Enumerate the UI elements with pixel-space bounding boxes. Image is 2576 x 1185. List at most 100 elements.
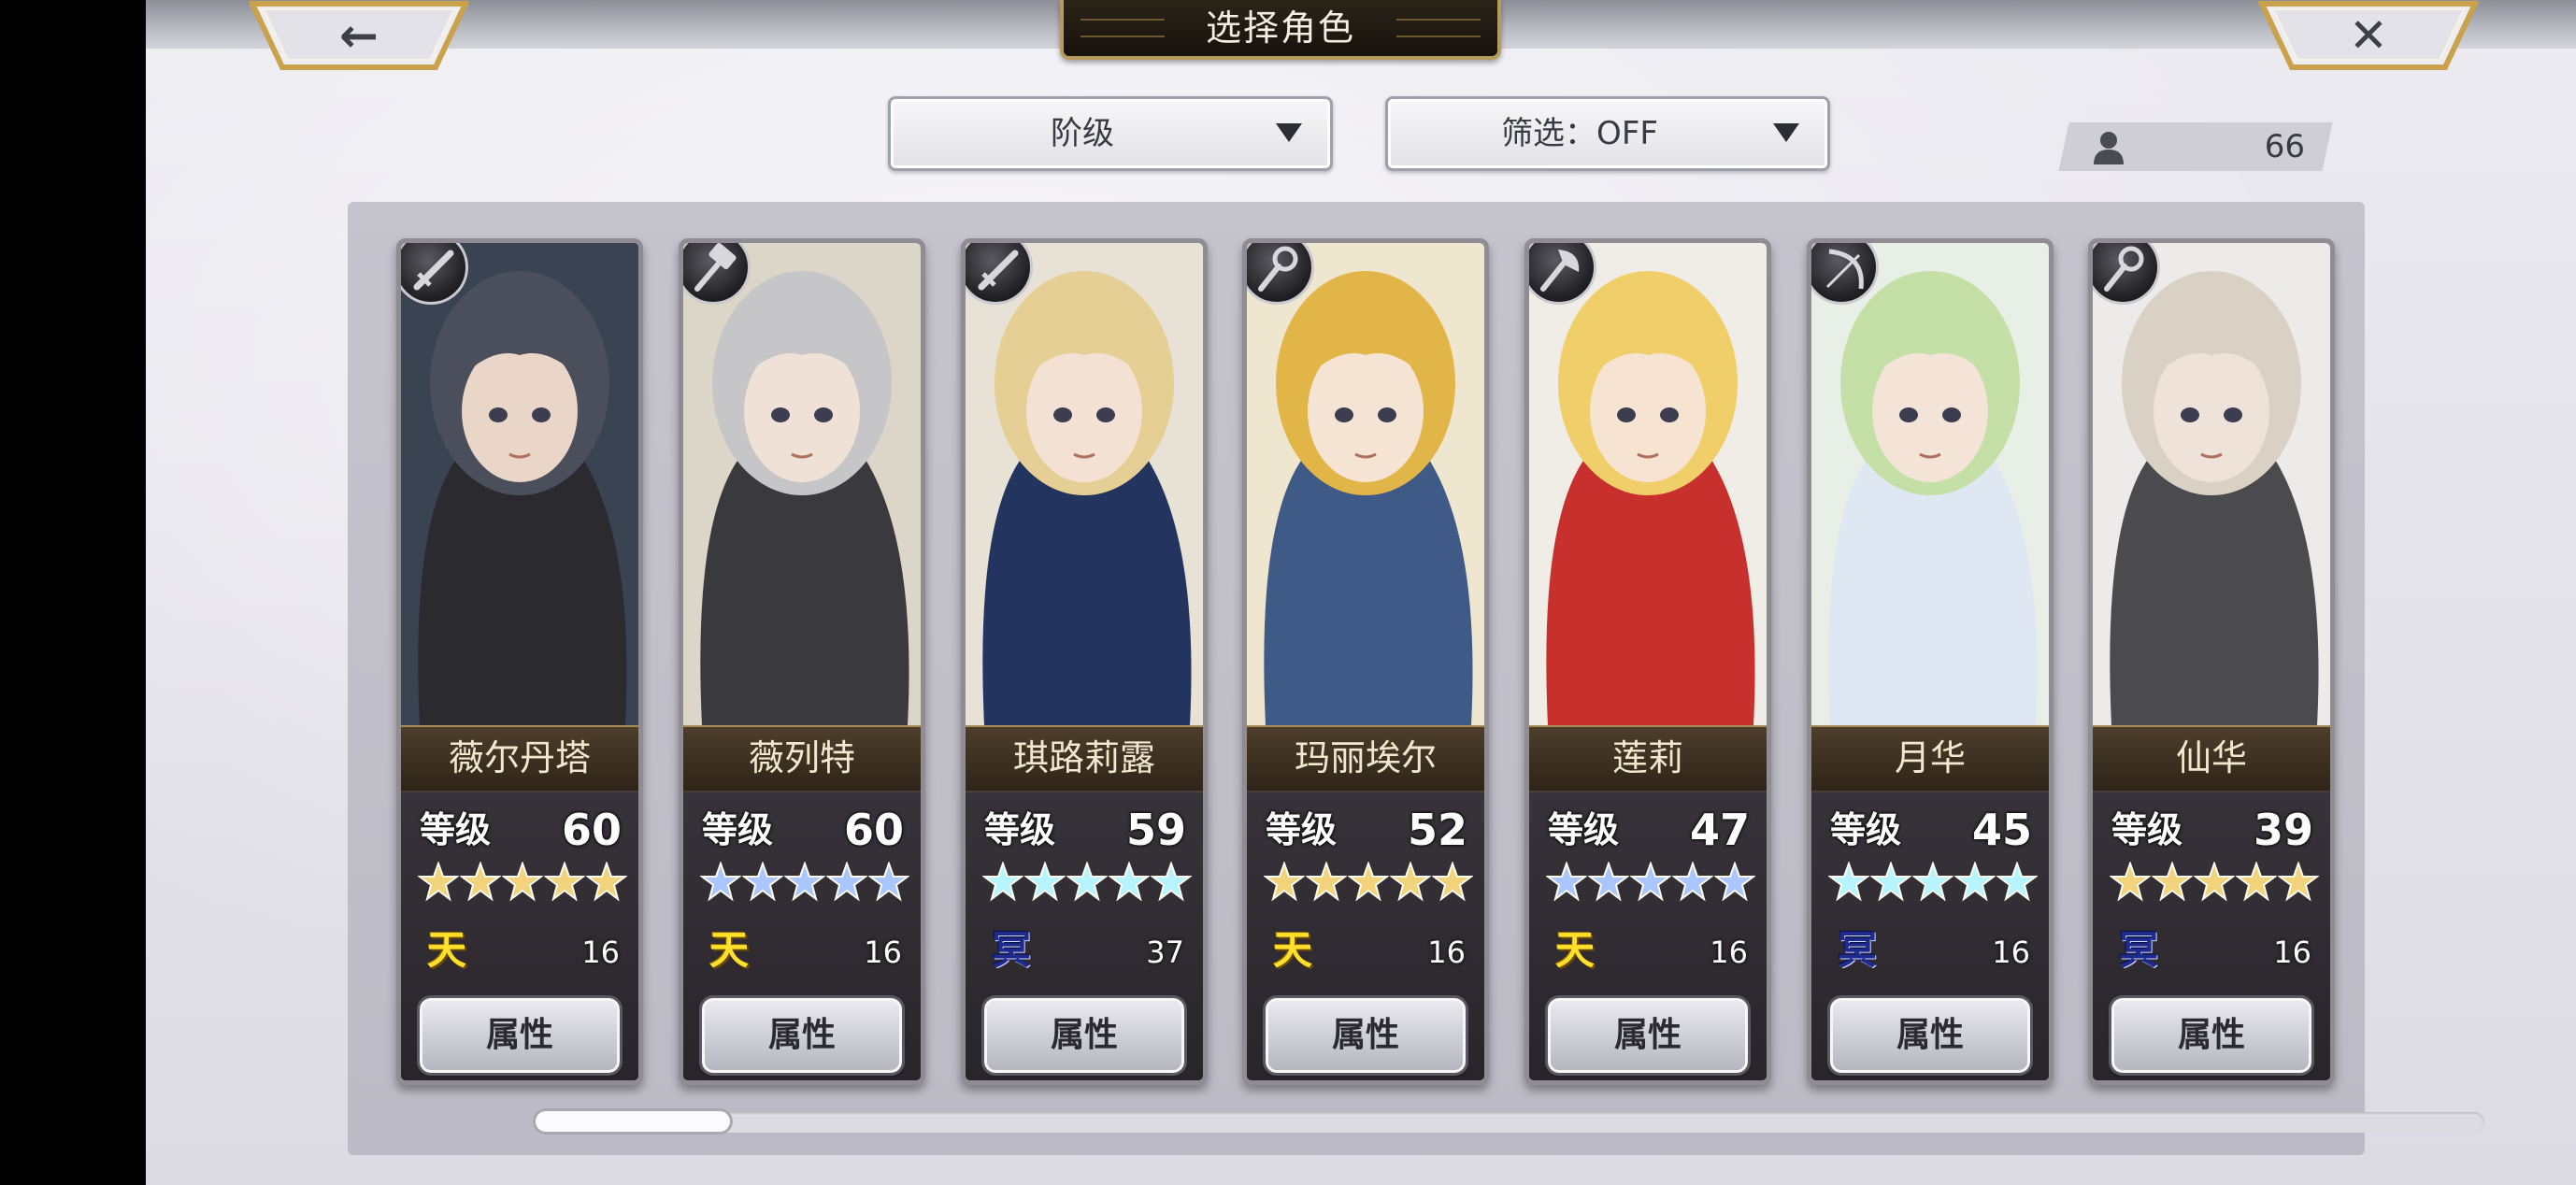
level-row: 等级 60 bbox=[420, 804, 622, 856]
attributes-button-label: 属性 bbox=[1331, 1016, 1399, 1054]
character-portrait bbox=[1247, 243, 1484, 725]
character-card[interactable]: 玛丽埃尔 等级 52 天 16 属性 bbox=[1242, 238, 1489, 1085]
attributes-button[interactable]: 属性 bbox=[1548, 998, 1748, 1073]
star-icon bbox=[700, 862, 741, 902]
sort-dropdown[interactable]: 阶级 bbox=[888, 96, 1333, 171]
rank-badge: 天 bbox=[1272, 927, 1312, 973]
attributes-button-label: 属性 bbox=[1613, 1016, 1682, 1054]
star-rating bbox=[418, 862, 627, 908]
star-icon bbox=[418, 862, 459, 902]
attributes-button[interactable]: 属性 bbox=[420, 998, 620, 1073]
star-icon bbox=[982, 862, 1023, 902]
character-portrait-art bbox=[683, 243, 921, 725]
star-icon bbox=[1588, 862, 1629, 902]
star-icon bbox=[1390, 862, 1431, 902]
star-icon bbox=[1672, 862, 1713, 902]
level-value: 47 bbox=[1689, 805, 1750, 855]
character-stats: 等级 47 天 16 属性 bbox=[1529, 791, 1767, 1080]
character-portrait-art bbox=[1811, 243, 2049, 725]
star-icon bbox=[1630, 862, 1671, 902]
character-sub-count: 16 bbox=[864, 935, 902, 970]
character-sub-count: 16 bbox=[581, 935, 620, 970]
star-icon bbox=[1870, 862, 1911, 902]
character-stats: 等级 39 冥 16 属性 bbox=[2093, 791, 2330, 1080]
level-label: 等级 bbox=[420, 809, 492, 850]
star-icon bbox=[1024, 862, 1066, 902]
character-card[interactable]: 琪路莉露 等级 59 冥 37 属性 bbox=[961, 238, 1208, 1085]
star-rating bbox=[700, 862, 909, 908]
staff-icon bbox=[2093, 243, 2160, 305]
attributes-button-label: 属性 bbox=[1896, 1016, 1964, 1054]
back-button[interactable]: ← bbox=[249, 0, 469, 71]
character-name: 琪路莉露 bbox=[1012, 737, 1155, 778]
star-icon bbox=[1348, 862, 1389, 902]
character-name: 薇尔丹塔 bbox=[448, 737, 591, 778]
level-value: 60 bbox=[843, 805, 904, 855]
character-name: 月华 bbox=[1894, 737, 1966, 778]
filter-dropdown-label: 筛选：OFF bbox=[1501, 115, 1658, 152]
scrollbar-track[interactable] bbox=[537, 1112, 2484, 1133]
star-icon bbox=[2194, 862, 2235, 902]
character-card[interactable]: 薇尔丹塔 等级 60 天 16 属性 bbox=[396, 238, 643, 1085]
sword-icon bbox=[401, 243, 468, 305]
level-row: 等级 47 bbox=[1548, 804, 1750, 856]
attributes-button[interactable]: 属性 bbox=[1830, 998, 2030, 1073]
character-portrait-art bbox=[966, 243, 1203, 725]
star-icon bbox=[1432, 862, 1473, 902]
character-name: 莲莉 bbox=[1611, 737, 1683, 778]
scrollbar-thumb[interactable] bbox=[533, 1108, 733, 1135]
bow-icon bbox=[1811, 243, 1879, 305]
star-icon bbox=[826, 862, 867, 902]
level-row: 等级 39 bbox=[2111, 804, 2313, 856]
chevron-down-icon bbox=[1276, 123, 1302, 142]
star-icon bbox=[586, 862, 627, 902]
level-label: 等级 bbox=[2111, 809, 2183, 850]
character-portrait-art bbox=[2093, 243, 2330, 725]
character-sub-count: 37 bbox=[1146, 935, 1184, 970]
star-icon bbox=[544, 862, 585, 902]
attributes-button[interactable]: 属性 bbox=[702, 998, 902, 1073]
star-icon bbox=[1546, 862, 1587, 902]
character-nameplate: 薇尔丹塔 bbox=[401, 725, 638, 792]
character-card[interactable]: 薇列特 等级 60 天 16 属性 bbox=[679, 238, 925, 1085]
star-icon bbox=[1066, 862, 1108, 902]
level-label: 等级 bbox=[702, 809, 774, 850]
character-card[interactable]: 莲莉等级 47 天 16 属性 bbox=[1524, 238, 1771, 1085]
star-icon bbox=[2152, 862, 2193, 902]
character-nameplate: 月华 bbox=[1811, 725, 2049, 792]
character-card[interactable]: 月华等级 45 冥 16 属性 bbox=[1807, 238, 2054, 1085]
attributes-button-label: 属性 bbox=[485, 1016, 553, 1054]
star-icon bbox=[502, 862, 543, 902]
attributes-button-label: 属性 bbox=[1050, 1016, 1118, 1054]
star-rating bbox=[982, 862, 1192, 908]
level-row: 等级 45 bbox=[1830, 804, 2032, 856]
rank-badge: 冥 bbox=[1837, 927, 1877, 973]
staff-icon bbox=[1247, 243, 1314, 305]
filter-dropdown[interactable]: 筛选：OFF bbox=[1385, 96, 1830, 171]
close-icon: ✕ bbox=[2349, 8, 2388, 63]
star-icon bbox=[1828, 862, 1869, 902]
star-icon bbox=[2278, 862, 2319, 902]
hammer-icon bbox=[683, 243, 751, 305]
attributes-button[interactable]: 属性 bbox=[984, 998, 1184, 1073]
close-button[interactable]: ✕ bbox=[2258, 0, 2479, 71]
character-portrait bbox=[401, 243, 638, 725]
attributes-button[interactable]: 属性 bbox=[1266, 998, 1466, 1073]
character-portrait-art bbox=[1247, 243, 1484, 725]
character-count: 66 bbox=[2264, 128, 2305, 165]
level-row: 等级 60 bbox=[702, 804, 904, 856]
character-sub-count: 16 bbox=[2273, 935, 2311, 970]
character-nameplate: 薇列特 bbox=[683, 725, 921, 792]
attributes-button[interactable]: 属性 bbox=[2111, 998, 2311, 1073]
star-icon bbox=[1996, 862, 2038, 902]
character-card[interactable]: 仙华 等级 39 冥 16 属性 bbox=[2088, 238, 2335, 1085]
character-stats: 等级 45 冥 16 属性 bbox=[1811, 791, 2049, 1080]
character-name: 薇列特 bbox=[748, 737, 855, 778]
rank-badge: 冥 bbox=[2118, 927, 2158, 973]
character-portrait-art bbox=[401, 243, 638, 725]
character-stats: 等级 60 天 16 属性 bbox=[683, 791, 921, 1080]
level-row: 等级 59 bbox=[984, 804, 1186, 856]
star-rating bbox=[1828, 862, 2038, 908]
character-sub-count: 16 bbox=[1992, 935, 2030, 970]
character-portrait-art bbox=[1529, 243, 1767, 725]
